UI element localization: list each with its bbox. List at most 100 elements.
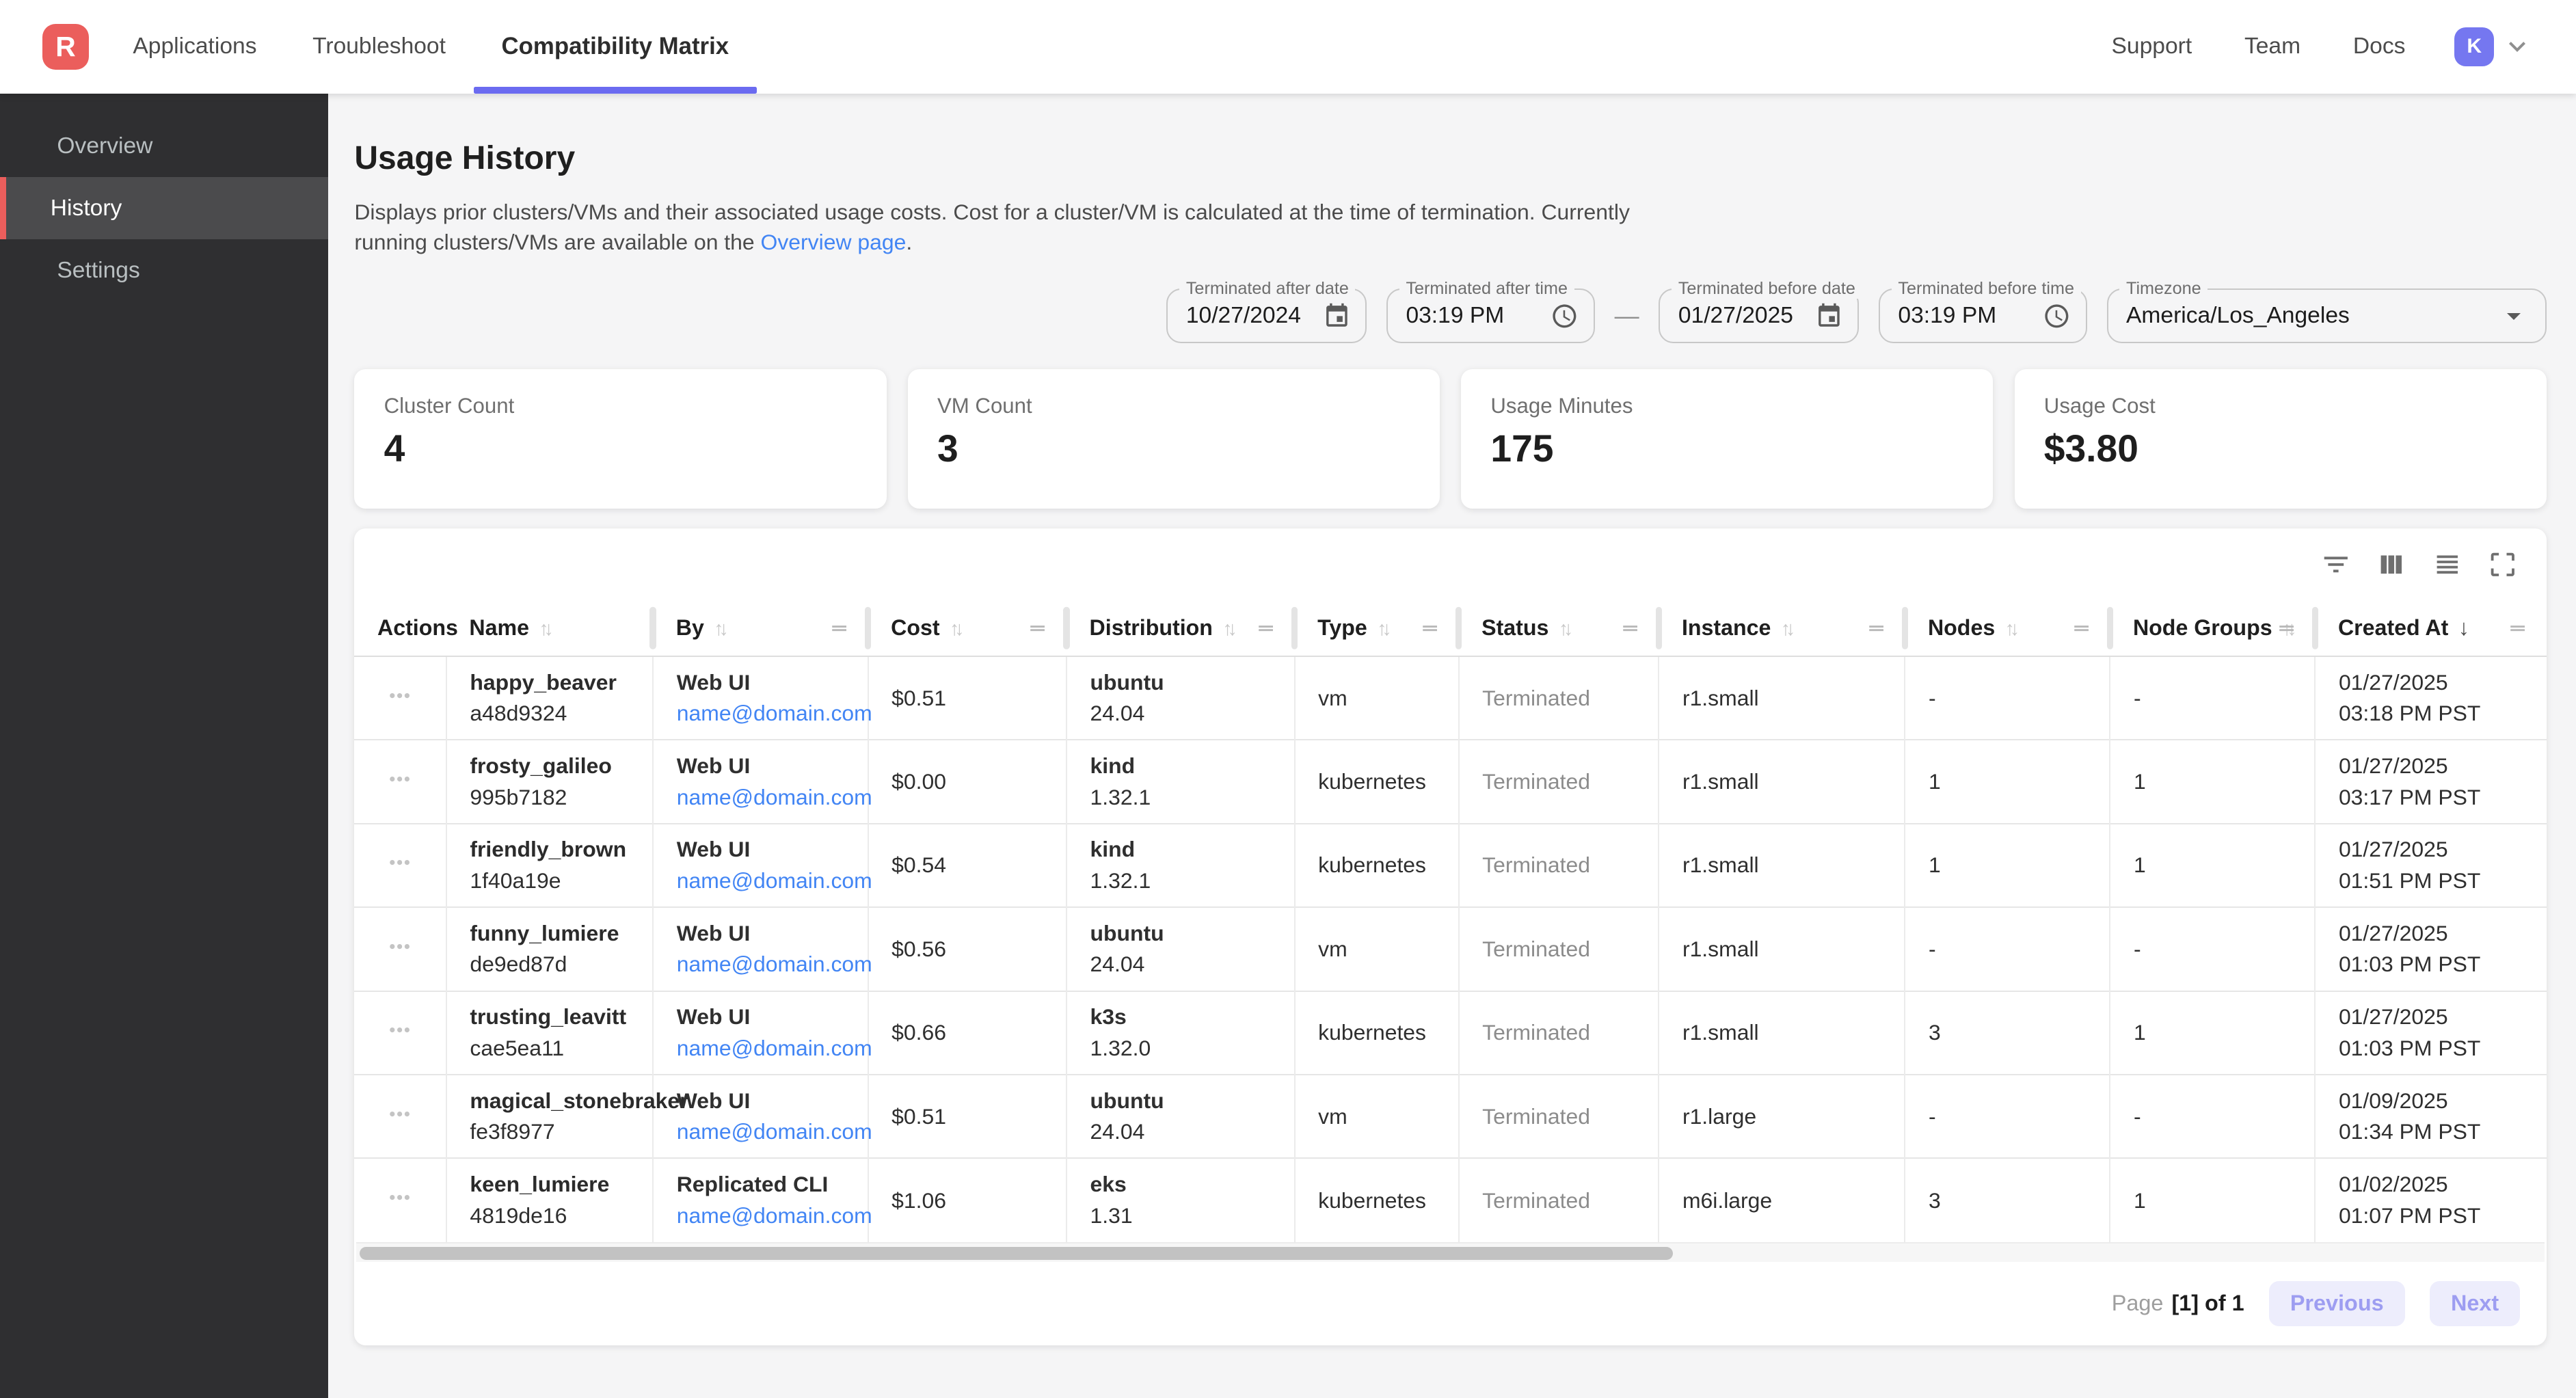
col-header-distribution[interactable]: Distribution↑↓ bbox=[1066, 600, 1295, 656]
nav-item-team[interactable]: Team bbox=[2218, 33, 2327, 59]
clock-icon[interactable] bbox=[1534, 302, 1579, 330]
status-badge: Terminated bbox=[1482, 769, 1590, 794]
col-header-type[interactable]: Type↑↓ bbox=[1295, 600, 1459, 656]
sort-icon: ↑↓ bbox=[2005, 618, 2015, 640]
horizontal-scrollbar[interactable] bbox=[356, 1242, 2545, 1262]
cluster-name: keen_lumiere bbox=[470, 1169, 639, 1200]
cluster-id: de9ed87d bbox=[470, 949, 639, 980]
col-header-status[interactable]: Status↑↓ bbox=[1459, 600, 1659, 656]
stat-card-cluster-count: Cluster Count 4 bbox=[354, 369, 886, 509]
nav-item-troubleshoot[interactable]: Troubleshoot bbox=[284, 0, 473, 94]
sort-icon: ↑↓ bbox=[714, 618, 723, 640]
row-actions-button[interactable] bbox=[385, 681, 414, 710]
row-actions-button[interactable] bbox=[385, 1015, 414, 1045]
avatar[interactable]: K bbox=[2454, 27, 2494, 67]
cluster-id: a48d9324 bbox=[470, 698, 639, 729]
pagination: Page [1] of 1 Previous Next bbox=[354, 1262, 2546, 1345]
dropdown-arrow-icon[interactable] bbox=[2481, 299, 2530, 332]
chevron-down-icon[interactable] bbox=[2501, 30, 2534, 63]
timezone-select[interactable]: Timezone America/Los_Angeles bbox=[2107, 288, 2547, 342]
terminated-before-time-field[interactable]: Terminated before time 03:19 PM bbox=[1879, 288, 2087, 342]
terminated-after-date-field[interactable]: Terminated after date 10/27/2024 bbox=[1166, 288, 1367, 342]
table-row: friendly_brown1f40a19e Web UIname@domain… bbox=[354, 824, 2546, 907]
previous-button[interactable]: Previous bbox=[2269, 1281, 2405, 1326]
column-menu-icon[interactable] bbox=[1027, 617, 1048, 638]
page-value: [1] of 1 bbox=[2171, 1291, 2244, 1316]
column-menu-icon[interactable] bbox=[829, 617, 850, 638]
column-menu-icon[interactable] bbox=[1419, 617, 1440, 638]
row-actions-button[interactable] bbox=[385, 1183, 414, 1212]
overview-page-link[interactable]: Overview page bbox=[761, 230, 907, 254]
table-row: trusting_leavittcae5ea11 Web UIname@doma… bbox=[354, 991, 2546, 1075]
col-header-created-at[interactable]: Created At↓ bbox=[2315, 600, 2546, 656]
next-button[interactable]: Next bbox=[2430, 1281, 2521, 1326]
brand-logo[interactable]: R bbox=[42, 24, 88, 70]
sort-icon: ↑↓ bbox=[539, 618, 548, 640]
terminated-before-date-field[interactable]: Terminated before date 01/27/2025 bbox=[1659, 288, 1859, 342]
row-actions-button[interactable] bbox=[385, 1099, 414, 1129]
filter-range-dash: — bbox=[1615, 301, 1639, 330]
sidebar-item-settings[interactable]: Settings bbox=[0, 239, 328, 301]
columns-icon[interactable] bbox=[2376, 549, 2407, 580]
cluster-name: friendly_brown bbox=[470, 834, 639, 865]
fullscreen-icon[interactable] bbox=[2487, 549, 2519, 580]
row-actions-button[interactable] bbox=[385, 932, 414, 961]
email-link[interactable]: name@domain.com bbox=[677, 1033, 855, 1064]
status-badge: Terminated bbox=[1482, 1020, 1590, 1045]
email-link[interactable]: name@domain.com bbox=[677, 949, 855, 980]
column-menu-icon[interactable] bbox=[1255, 617, 1276, 638]
sidebar: Overview History Settings bbox=[0, 94, 328, 1398]
email-link[interactable]: name@domain.com bbox=[677, 1116, 855, 1148]
row-actions-button[interactable] bbox=[385, 764, 414, 794]
col-header-node-groups[interactable]: Node Groups↑↓ bbox=[2110, 600, 2315, 656]
sort-desc-icon: ↓ bbox=[2458, 615, 2469, 640]
stat-cards: Cluster Count 4 VM Count 3 Usage Minutes… bbox=[354, 369, 2546, 509]
nav-item-applications[interactable]: Applications bbox=[105, 0, 285, 94]
table-row: magical_stonebrakerfe3f8977 Web UIname@d… bbox=[354, 1075, 2546, 1158]
col-header-nodes[interactable]: Nodes↑↓ bbox=[1905, 600, 2110, 656]
email-link[interactable]: name@domain.com bbox=[677, 865, 855, 897]
sidebar-item-history[interactable]: History bbox=[0, 177, 328, 239]
usage-history-table: Actions Name↑↓ By↑↓ Cost↑↓ Distribution↑… bbox=[354, 600, 2546, 1241]
cluster-name: frosty_galileo bbox=[470, 751, 639, 782]
nav-item-support[interactable]: Support bbox=[2085, 33, 2218, 59]
status-badge: Terminated bbox=[1482, 852, 1590, 877]
col-header-actions: Actions bbox=[354, 600, 446, 656]
density-icon[interactable] bbox=[2432, 549, 2463, 580]
sort-icon: ↑↓ bbox=[1222, 618, 1232, 640]
table-toolbar bbox=[354, 528, 2546, 601]
page-description: Displays prior clusters/VMs and their as… bbox=[354, 197, 1643, 257]
col-header-cost[interactable]: Cost↑↓ bbox=[868, 600, 1066, 656]
column-menu-icon[interactable] bbox=[2507, 617, 2528, 638]
sort-icon: ↑↓ bbox=[1377, 618, 1386, 640]
col-header-by[interactable]: By↑↓ bbox=[653, 600, 868, 656]
table-row: funny_lumierede9ed87d Web UIname@domain.… bbox=[354, 907, 2546, 991]
column-menu-icon[interactable] bbox=[2276, 617, 2297, 638]
column-menu-icon[interactable] bbox=[1620, 617, 1641, 638]
col-header-instance[interactable]: Instance↑↓ bbox=[1659, 600, 1905, 656]
column-menu-icon[interactable] bbox=[2071, 617, 2092, 638]
primary-nav: Applications Troubleshoot Compatibility … bbox=[105, 0, 757, 94]
scrollbar-thumb[interactable] bbox=[360, 1247, 1673, 1260]
email-link[interactable]: name@domain.com bbox=[677, 782, 855, 814]
column-menu-icon[interactable] bbox=[1866, 617, 1887, 638]
cluster-id: 995b7182 bbox=[470, 782, 639, 814]
filter-icon[interactable] bbox=[2320, 549, 2352, 580]
calendar-icon[interactable] bbox=[1799, 302, 1843, 330]
main-content: Usage History Displays prior clusters/VM… bbox=[328, 94, 2576, 1398]
status-badge: Terminated bbox=[1482, 1104, 1590, 1129]
terminated-after-time-field[interactable]: Terminated after time 03:19 PM bbox=[1386, 288, 1595, 342]
cluster-id: 1f40a19e bbox=[470, 865, 639, 897]
clock-icon[interactable] bbox=[2026, 302, 2071, 330]
col-header-name[interactable]: Name↑↓ bbox=[446, 600, 653, 656]
nav-item-compatibility-matrix[interactable]: Compatibility Matrix bbox=[474, 0, 757, 94]
row-actions-button[interactable] bbox=[385, 848, 414, 877]
email-link[interactable]: name@domain.com bbox=[677, 1200, 855, 1232]
stat-card-usage-minutes: Usage Minutes 175 bbox=[1461, 369, 1993, 509]
nav-item-docs[interactable]: Docs bbox=[2327, 33, 2432, 59]
sidebar-item-overview[interactable]: Overview bbox=[0, 115, 328, 177]
email-link[interactable]: name@domain.com bbox=[677, 698, 855, 729]
page-label: Page bbox=[2112, 1291, 2164, 1316]
status-badge: Terminated bbox=[1482, 937, 1590, 961]
calendar-icon[interactable] bbox=[1306, 302, 1351, 330]
